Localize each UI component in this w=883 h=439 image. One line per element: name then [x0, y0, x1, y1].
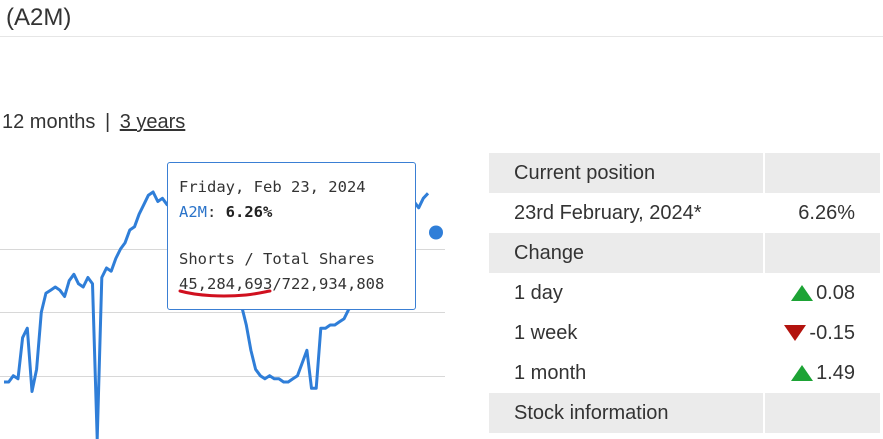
chart-last-point-marker[interactable] [429, 225, 443, 240]
current-position-row: 23rd February, 2024* 6.26% [489, 193, 880, 233]
period-3-years-link[interactable]: 3 years [120, 111, 186, 133]
stock-information-heading: Stock information [489, 393, 765, 433]
panel-heading-change: Change [489, 233, 880, 273]
heading-spacer [764, 233, 880, 273]
current-position-heading: Current position [489, 153, 765, 193]
change-value: -0.15 [809, 321, 855, 344]
tooltip-value: 6.26% [225, 203, 273, 221]
current-position-value: 6.26% [798, 201, 855, 224]
tooltip-label: Shorts / Total Shares [179, 250, 375, 268]
tooltip-colon: : [207, 203, 226, 221]
period-12-months: 12 months [2, 111, 96, 133]
chart-tooltip: Friday, Feb 23, 2024 A2M: 6.26% Shorts /… [167, 162, 416, 310]
change-period: 1 day [489, 273, 765, 313]
tooltip-slash: / [272, 275, 282, 293]
panel-heading-stock: Stock information [489, 393, 880, 433]
change-value-cell: 1.49 [764, 353, 880, 393]
change-row-1-week: 1 week -0.15 [489, 313, 880, 353]
change-value-cell: -0.15 [764, 313, 880, 353]
tooltip-total: 722,934,808 [281, 275, 385, 293]
change-heading: Change [489, 233, 765, 273]
change-value: 0.08 [816, 281, 855, 304]
tooltip-date: Friday, Feb 23, 2024 [179, 178, 366, 196]
current-position-date: 23rd February, 2024* [489, 193, 765, 233]
tooltip-series-row: A2M: 6.26% [179, 203, 272, 221]
heading-spacer [764, 153, 880, 193]
header-divider [0, 36, 883, 37]
change-value: 1.49 [816, 361, 855, 384]
page-title: (A2M) [6, 4, 72, 31]
period-selector: 12 months | 3 years [2, 111, 185, 134]
down-arrow-icon [784, 325, 807, 342]
change-period: 1 week [489, 313, 765, 353]
change-period: 1 month [489, 353, 765, 393]
tooltip-series-name: A2M [179, 203, 207, 221]
heading-spacer [764, 393, 880, 433]
change-value-cell: 0.08 [764, 273, 880, 313]
position-panel: Current position 23rd February, 2024* 6.… [489, 153, 880, 433]
panel-heading-current: Current position [489, 153, 880, 193]
up-arrow-icon [791, 365, 814, 382]
up-arrow-icon [791, 285, 814, 302]
change-row-1-day: 1 day 0.08 [489, 273, 880, 313]
period-separator: | [104, 111, 111, 133]
change-row-1-month: 1 month 1.49 [489, 353, 880, 393]
red-underline-annotation [178, 289, 272, 298]
